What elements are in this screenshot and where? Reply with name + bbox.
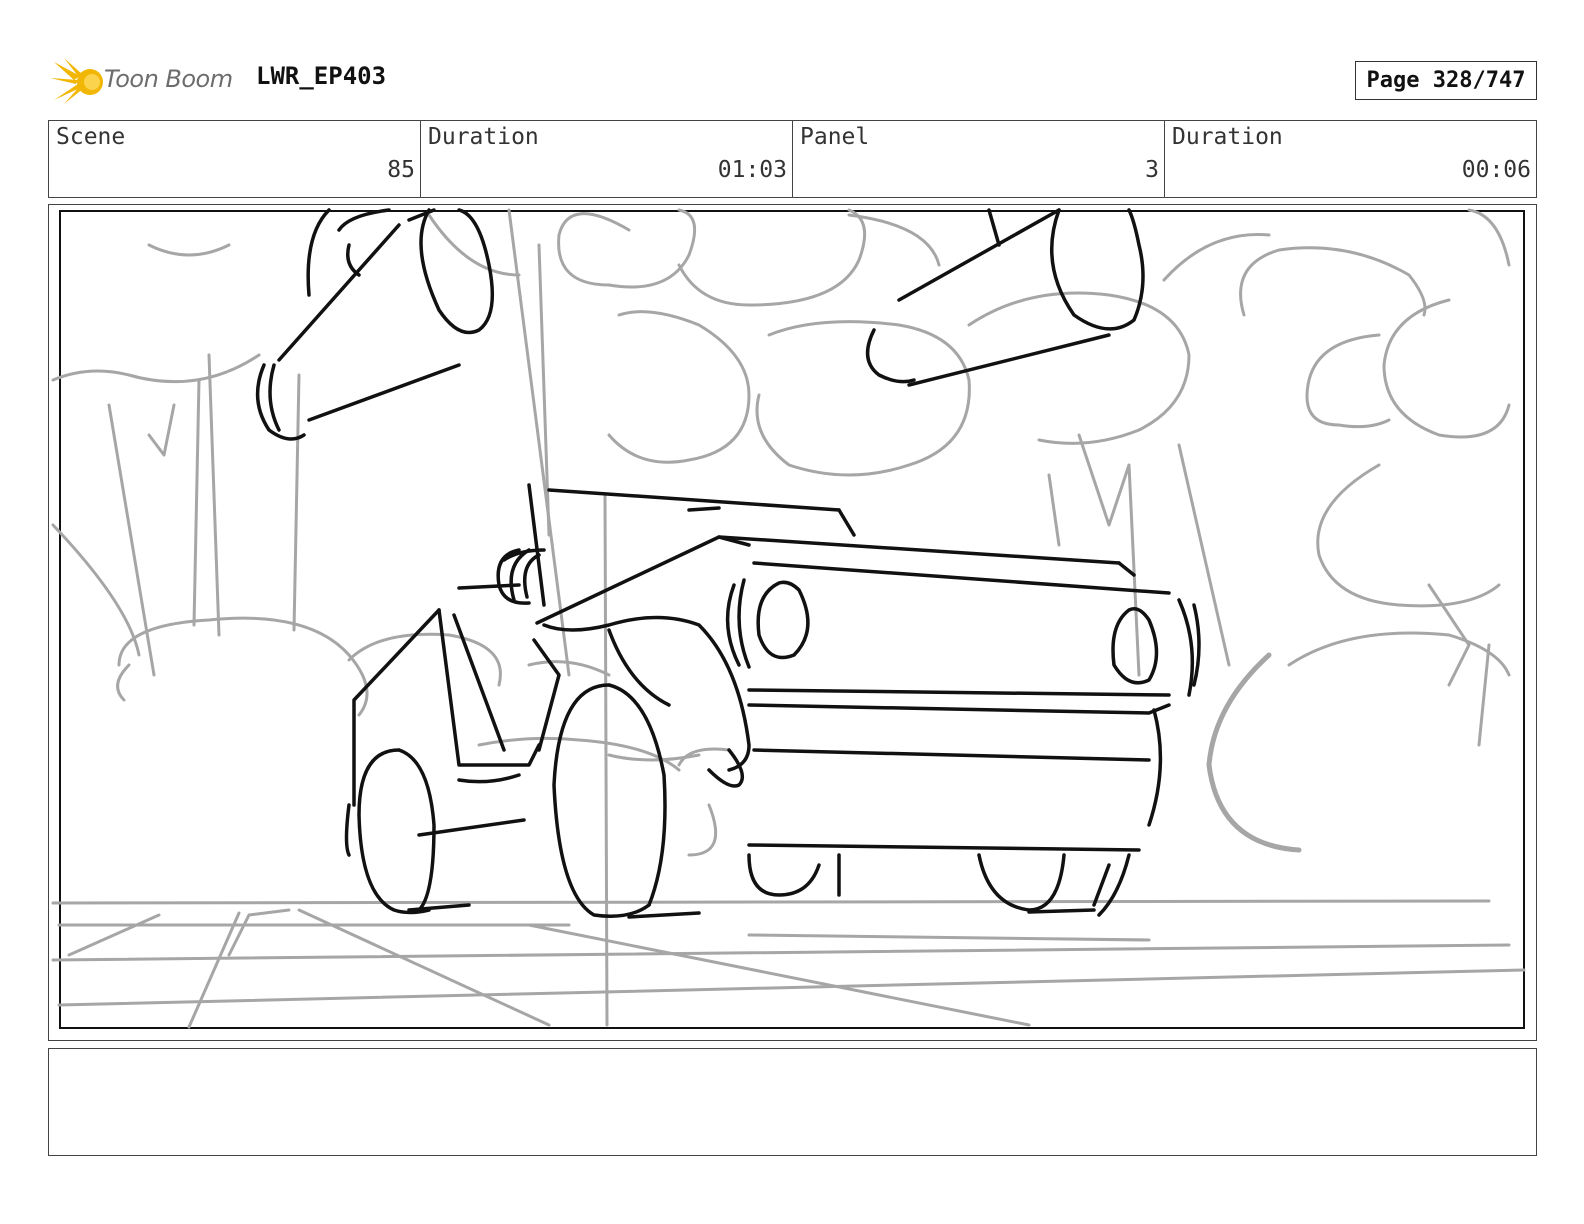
logo-text: Toon Boom	[104, 65, 233, 93]
scene-value: 85	[387, 157, 415, 183]
panel-notes-box	[48, 1048, 1537, 1156]
scene-duration-cell: Duration 01:03	[421, 121, 793, 197]
starburst-icon	[50, 58, 103, 104]
scene-label: Scene	[56, 124, 126, 150]
scene-duration-value: 01:03	[717, 157, 787, 183]
panel-duration-cell: Duration 00:06	[1165, 121, 1536, 197]
toon-boom-logo: Toon Boom	[50, 56, 240, 106]
panel-value: 3	[1145, 157, 1159, 183]
panel-cell: Panel 3	[793, 121, 1165, 197]
panel-label: Panel	[800, 124, 870, 150]
panel-duration-label: Duration	[1172, 124, 1283, 150]
sketch-drawing	[51, 208, 1526, 1029]
background-trees-sketch	[51, 208, 1526, 1029]
project-title: LWR_EP403	[256, 62, 387, 90]
page-indicator: Page 328/747	[1355, 61, 1537, 100]
jeep-and-logs-sketch	[255, 208, 1201, 919]
info-table: Scene 85 Duration 01:03 Panel 3 Duration…	[48, 120, 1537, 198]
scene-duration-label: Duration	[428, 124, 539, 150]
panel-duration-value: 00:06	[1461, 157, 1531, 183]
storyboard-panel	[48, 204, 1537, 1041]
scene-cell: Scene 85	[49, 121, 421, 197]
